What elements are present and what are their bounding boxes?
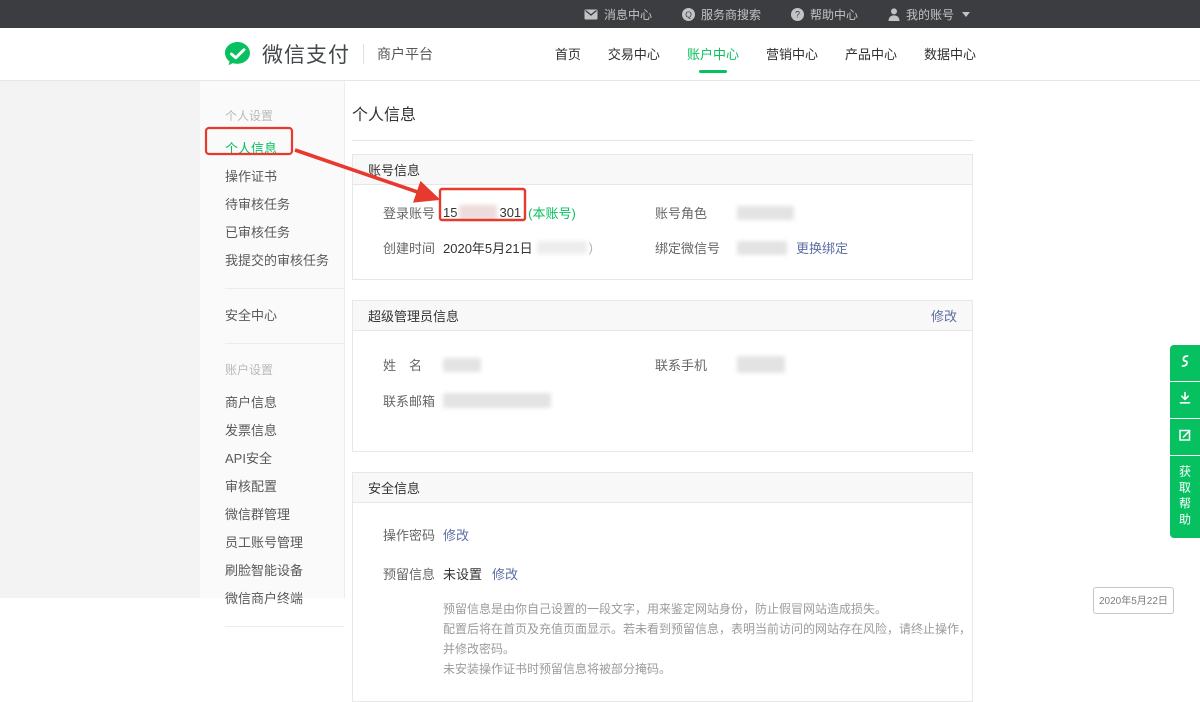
security-info-section-header: 安全信息 [353, 473, 972, 503]
get-help-button[interactable]: 获取帮助 [1170, 456, 1200, 538]
svg-text:?: ? [795, 9, 800, 19]
main-content: 个人信息 账号信息 登录账号 15 301 [345, 81, 1200, 598]
topbar-item-my-account[interactable]: 我的账号 [888, 6, 970, 23]
redacted-account-role [737, 206, 794, 220]
security-info-section: 安全信息 操作密码 修改 预留信息 未设置 修改 预留信息是由你自己设置的一段文… [352, 472, 973, 702]
wechat-pay-logo-icon [222, 39, 253, 70]
account-info-section: 账号信息 登录账号 15 301 (本账号) [352, 154, 973, 280]
nav-transaction-center[interactable]: 交易中心 [608, 28, 660, 81]
sidebar-item-merchant-terminal[interactable]: 微信商户终端 [225, 585, 344, 613]
sidebar-divider [225, 343, 344, 344]
help-icon: ? [791, 8, 804, 21]
created-time-label: 创建时间 [383, 238, 443, 257]
sidebar-group-title-personal: 个人设置 [225, 103, 344, 129]
created-time-value: 2020年5月21日 ) [443, 238, 593, 257]
brand-name: 微信支付 [262, 39, 350, 69]
svg-text:Q: Q [685, 9, 692, 19]
floating-help-widget: 获取帮助 [1170, 345, 1200, 538]
sidebar-item-merchant-info[interactable]: 商户信息 [225, 389, 344, 417]
left-gutter [0, 81, 200, 598]
sidebar-item-pending-review-tasks[interactable]: 待审核任务 [225, 191, 344, 219]
download-button[interactable] [1170, 382, 1200, 418]
nav-product-center[interactable]: 产品中心 [845, 28, 897, 81]
sidebar-item-wechat-group-mgmt[interactable]: 微信群管理 [225, 501, 344, 529]
sidebar-group-title-account: 账户设置 [225, 357, 344, 383]
redacted-login-digits [459, 205, 497, 220]
password-edit-link[interactable]: 修改 [443, 525, 469, 544]
body: 个人设置 个人信息 操作证书 待审核任务 已审核任务 我提交的审核任务 安全中心… [0, 81, 1200, 598]
sidebar-item-operation-certificate[interactable]: 操作证书 [225, 163, 344, 191]
redacted-contact-email [443, 393, 551, 408]
nav-account-center[interactable]: 账户中心 [687, 28, 739, 81]
redacted-contact-phone [737, 356, 785, 373]
sidebar: 个人设置 个人信息 操作证书 待审核任务 已审核任务 我提交的审核任务 安全中心… [200, 81, 345, 598]
sidebar-item-personal-info[interactable]: 个人信息 [225, 135, 344, 163]
account-info-section-header: 账号信息 [353, 155, 972, 185]
message-icon [584, 9, 598, 20]
edit-icon [1177, 427, 1193, 448]
reserved-info-description: 预留信息是由你自己设置的一段文字，用来鉴定网站身份，防止假冒网站造成损失。 配置… [443, 599, 972, 679]
sidebar-divider [225, 626, 344, 627]
contact-email-label: 联系邮箱 [383, 391, 443, 410]
search-icon: Q [682, 8, 695, 21]
redacted-wechat-id [737, 241, 787, 255]
get-help-label: 获取帮助 [1177, 465, 1194, 529]
sub-brand: 商户平台 [377, 44, 433, 64]
super-admin-section-header: 超级管理员信息 修改 [353, 301, 972, 331]
nav-home[interactable]: 首页 [555, 28, 581, 81]
redacted-created-time [537, 241, 587, 254]
topbar-item-provider-search[interactable]: Q 服务商搜索 [682, 6, 761, 23]
section-title: 安全信息 [368, 478, 420, 497]
current-account-tag: (本账号) [528, 203, 576, 222]
sidebar-item-security-center[interactable]: 安全中心 [225, 302, 344, 330]
contact-icon [1177, 353, 1193, 374]
topbar-item-messages[interactable]: 消息中心 [584, 6, 652, 23]
login-account-value: 15 301 [443, 205, 521, 220]
admin-edit-link[interactable]: 修改 [931, 306, 957, 325]
contact-phone-label: 联系手机 [655, 355, 737, 374]
login-account-label: 登录账号 [383, 203, 443, 222]
section-title: 账号信息 [368, 160, 420, 179]
reserved-info-label: 预留信息 [383, 564, 443, 583]
contact-button[interactable] [1170, 345, 1200, 381]
redacted-admin-name [443, 358, 481, 372]
nav-data-center[interactable]: 数据中心 [924, 28, 976, 81]
section-title: 超级管理员信息 [368, 306, 459, 325]
header: 微信支付 商户平台 首页 交易中心 账户中心 营销中心 产品中心 数据中心 [0, 28, 1200, 81]
sidebar-item-face-device[interactable]: 刷脸智能设备 [225, 557, 344, 585]
sidebar-item-my-submitted-tasks[interactable]: 我提交的审核任务 [225, 247, 344, 275]
sidebar-item-api-security[interactable]: API安全 [225, 445, 344, 473]
nav-marketing-center[interactable]: 营销中心 [766, 28, 818, 81]
topbar-item-help[interactable]: ? 帮助中心 [791, 6, 858, 23]
sidebar-item-review-config[interactable]: 审核配置 [225, 473, 344, 501]
rebind-link[interactable]: 更换绑定 [796, 238, 848, 257]
topbar-item-label: 我的账号 [906, 6, 954, 23]
page-title: 个人信息 [352, 101, 973, 141]
super-admin-section: 超级管理员信息 修改 姓 名 联系手机 [352, 300, 973, 452]
topbar-item-label: 帮助中心 [810, 6, 858, 23]
date-badge: 2020年5月22日 [1093, 587, 1174, 614]
admin-name-label: 姓 名 [383, 355, 443, 374]
reserved-edit-link[interactable]: 修改 [492, 564, 518, 583]
download-icon [1177, 390, 1193, 411]
user-icon [888, 8, 900, 21]
bound-wechat-label: 绑定微信号 [655, 238, 737, 257]
feedback-button[interactable] [1170, 419, 1200, 455]
reserved-info-status: 未设置 [443, 564, 482, 583]
account-role-label: 账号角色 [655, 203, 737, 222]
main-nav: 首页 交易中心 账户中心 营销中心 产品中心 数据中心 [555, 28, 976, 81]
brand-divider [363, 44, 364, 64]
topbar: 消息中心 Q 服务商搜索 ? 帮助中心 我的账号 [0, 0, 1200, 28]
sidebar-item-invoice-info[interactable]: 发票信息 [225, 417, 344, 445]
operation-password-label: 操作密码 [383, 525, 443, 544]
chevron-down-icon [962, 12, 970, 17]
topbar-item-label: 服务商搜索 [701, 6, 761, 23]
sidebar-item-staff-account-mgmt[interactable]: 员工账号管理 [225, 529, 344, 557]
sidebar-item-reviewed-tasks[interactable]: 已审核任务 [225, 219, 344, 247]
topbar-item-label: 消息中心 [604, 6, 652, 23]
brand[interactable]: 微信支付 商户平台 [222, 39, 433, 70]
sidebar-divider [225, 288, 344, 289]
